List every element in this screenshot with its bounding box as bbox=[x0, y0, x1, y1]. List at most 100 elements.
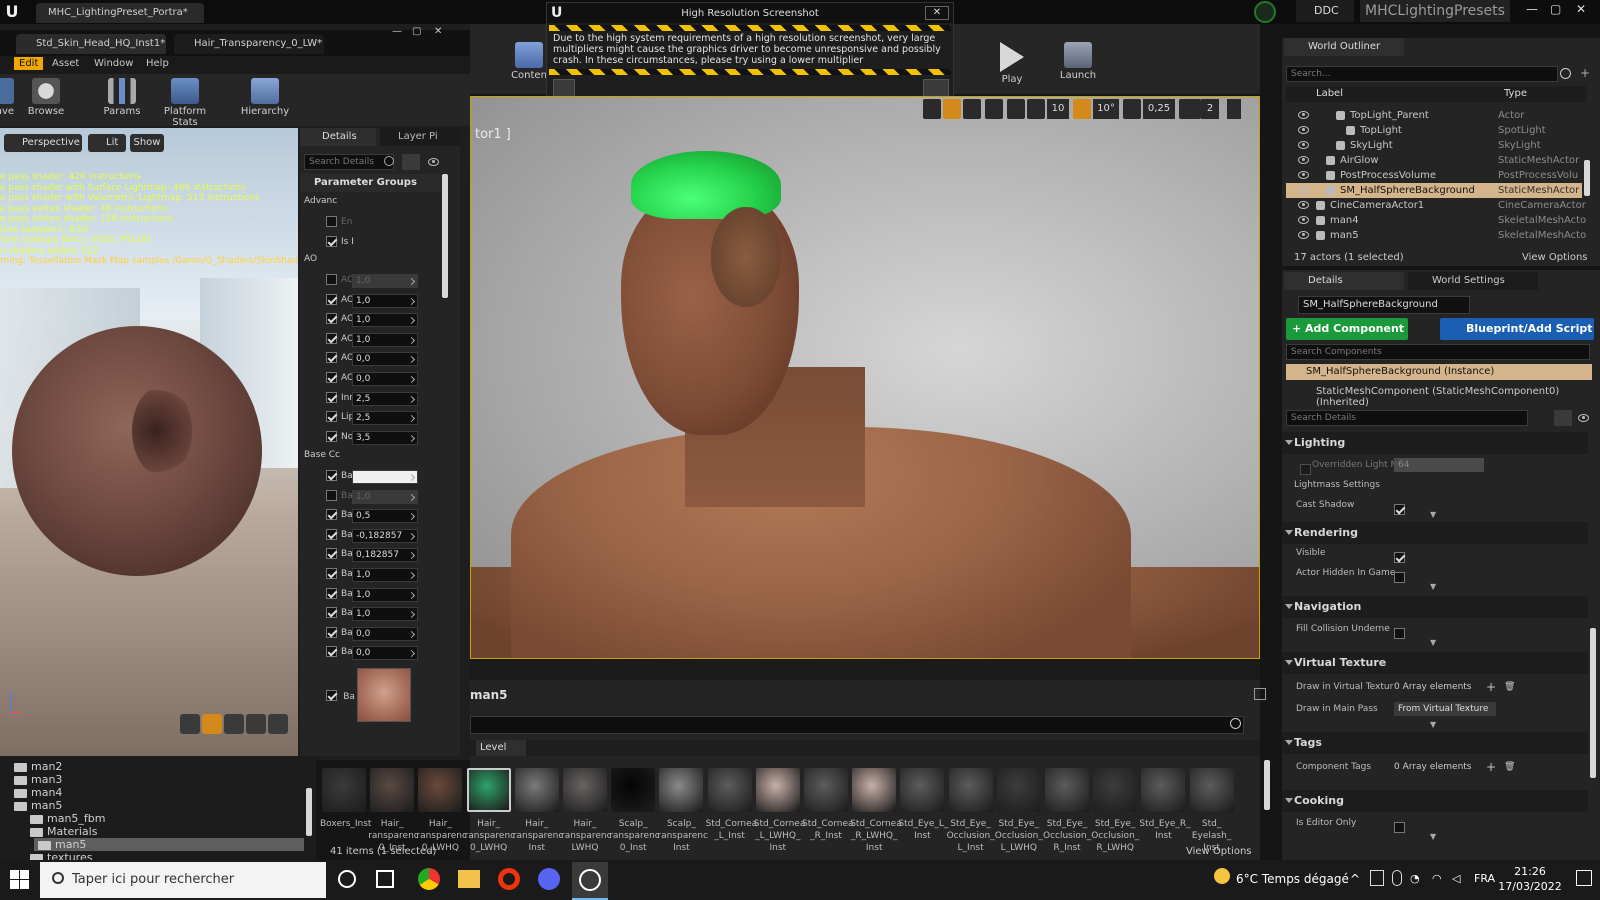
lock-icon[interactable] bbox=[1254, 688, 1266, 700]
asset-thumbnail[interactable] bbox=[466, 768, 511, 812]
chrome-icon[interactable] bbox=[418, 868, 440, 890]
base-param-checkbox[interactable] bbox=[326, 470, 337, 481]
maximize-icon[interactable]: ▢ bbox=[1550, 2, 1561, 16]
asset-thumbnail[interactable] bbox=[322, 768, 366, 812]
outliner-row[interactable]: PostProcessVolume PostProcessVolu bbox=[1286, 168, 1582, 183]
ao-param-checkbox[interactable] bbox=[326, 430, 337, 442]
blueprint-add-script-button[interactable]: Blueprint/Add Script bbox=[1440, 318, 1594, 340]
menu-edit[interactable]: Edit bbox=[14, 57, 44, 70]
maximize-viewport-icon[interactable] bbox=[1227, 99, 1241, 119]
content-search-input[interactable] bbox=[470, 716, 1244, 734]
details-scrollbar[interactable] bbox=[1590, 628, 1596, 778]
group-advanced[interactable]: Advanc bbox=[304, 196, 337, 206]
material-details-scrollbar[interactable] bbox=[442, 174, 448, 298]
adv-param-checkbox[interactable] bbox=[326, 216, 337, 227]
outliner-row[interactable]: SM_HalfSphereBackground StaticMeshActor bbox=[1286, 183, 1582, 198]
base-param-value[interactable]: 1,0 bbox=[352, 587, 418, 602]
editor-only-checkbox[interactable] bbox=[1394, 822, 1405, 833]
folder-man5-selected[interactable]: man5 bbox=[34, 838, 304, 851]
scale-snap-icon[interactable] bbox=[1123, 99, 1141, 119]
ao-param-value[interactable]: 2,5 bbox=[352, 411, 418, 426]
details-tab-right[interactable]: Details bbox=[1284, 272, 1404, 290]
platform-stats-button[interactable]: Platform Stats bbox=[150, 78, 220, 128]
base-param-value[interactable]: 1,0 bbox=[352, 568, 418, 582]
minimize-icon[interactable]: — bbox=[1526, 2, 1538, 16]
asset-thumbnail[interactable] bbox=[1093, 768, 1138, 812]
visibility-eye-icon[interactable] bbox=[1298, 126, 1309, 134]
menu-help[interactable]: Help bbox=[146, 58, 169, 69]
plane-icon[interactable] bbox=[224, 714, 244, 734]
folder-man5[interactable]: man5 bbox=[14, 799, 62, 812]
base-param-checkbox[interactable] bbox=[326, 528, 337, 540]
microphone-icon[interactable] bbox=[1392, 870, 1402, 886]
ao-param-checkbox[interactable] bbox=[326, 352, 337, 364]
ao-param-value[interactable]: 1,0 bbox=[352, 274, 418, 288]
base-param-checkbox[interactable] bbox=[326, 568, 337, 579]
expand-arrow-icon[interactable]: ▼ bbox=[1430, 510, 1436, 519]
base-param-checkbox[interactable] bbox=[326, 489, 337, 501]
expand-arrow-icon[interactable]: ▼ bbox=[1430, 832, 1436, 841]
details-view-icon[interactable] bbox=[1554, 410, 1572, 426]
folder-man2[interactable]: man2 bbox=[14, 760, 62, 773]
network-icon[interactable]: ◔ bbox=[1410, 872, 1420, 885]
translate-icon[interactable] bbox=[923, 99, 941, 119]
static-mesh-component-row[interactable]: StaticMeshComponent (StaticMeshComponent… bbox=[1316, 386, 1600, 408]
content-view-options[interactable]: View Options bbox=[1186, 846, 1252, 857]
base-param-value[interactable]: 1,0 bbox=[352, 489, 418, 504]
fill-collision-checkbox[interactable] bbox=[1394, 628, 1405, 639]
component-instance-row[interactable]: SM_HalfSphereBackground (Instance) bbox=[1286, 364, 1592, 380]
base-param-checkbox[interactable] bbox=[326, 587, 337, 599]
notification-icon[interactable] bbox=[1576, 870, 1592, 886]
search-components-input[interactable]: Search Components bbox=[1286, 344, 1590, 360]
folder-man3[interactable]: man3 bbox=[14, 773, 62, 786]
folder-man5-fbm[interactable]: man5_fbm bbox=[30, 812, 106, 825]
world-outliner-tab[interactable]: World Outliner bbox=[1284, 38, 1404, 56]
ao-param-checkbox[interactable] bbox=[326, 332, 337, 344]
ao-param-value[interactable]: 0,0 bbox=[352, 352, 418, 367]
base-param-value[interactable]: 0,182857 bbox=[352, 548, 418, 563]
group-base-color[interactable]: Base Cc bbox=[304, 450, 340, 460]
layer-parameters-tab[interactable]: Layer Pi bbox=[380, 128, 460, 146]
section-tags[interactable]: Tags bbox=[1282, 732, 1588, 754]
column-label[interactable]: Label bbox=[1316, 88, 1343, 99]
level-tab[interactable]: MHC_LightingPreset_Portra* bbox=[36, 3, 204, 23]
lit-button[interactable]: Lit bbox=[88, 134, 126, 152]
grid-size[interactable]: 10 bbox=[1047, 99, 1069, 119]
visibility-eye-icon[interactable] bbox=[1298, 171, 1309, 179]
visibility-eye-icon[interactable] bbox=[1298, 231, 1309, 239]
outliner-row[interactable]: AirGlow StaticMeshActor bbox=[1286, 153, 1582, 168]
editor-tab-hair[interactable]: Hair_Transparency_0_LW* bbox=[174, 34, 324, 54]
rotate-icon[interactable] bbox=[943, 99, 961, 119]
outliner-scrollbar[interactable] bbox=[1584, 160, 1590, 196]
base-param-checkbox[interactable] bbox=[326, 646, 337, 658]
outliner-row[interactable]: TopLight SpotLight bbox=[1286, 123, 1582, 138]
windows-start-icon[interactable] bbox=[10, 870, 30, 890]
asset-thumbnail[interactable] bbox=[996, 768, 1041, 812]
outliner-search-input[interactable]: Search... bbox=[1286, 66, 1558, 82]
base-param-value[interactable]: 0,5 bbox=[352, 509, 418, 524]
group-ao[interactable]: AO bbox=[304, 254, 317, 264]
folder-man4[interactable]: man4 bbox=[14, 786, 62, 799]
ao-param-value[interactable]: 1,0 bbox=[352, 313, 418, 328]
material-search-details[interactable]: Search Details bbox=[304, 154, 394, 170]
grid-snap-icon[interactable] bbox=[1027, 99, 1045, 119]
section-lighting[interactable]: Lighting bbox=[1282, 432, 1588, 454]
draw-main-pass-select[interactable]: From Virtual Texture bbox=[1394, 702, 1496, 716]
cube-icon[interactable] bbox=[246, 714, 266, 734]
world-local-icon[interactable] bbox=[985, 99, 1003, 119]
outliner-row[interactable]: TopLight_Parent Actor bbox=[1286, 108, 1582, 123]
rotation-snap-icon[interactable] bbox=[1073, 99, 1091, 119]
visibility-eye-icon[interactable] bbox=[1298, 201, 1309, 209]
camera-speed-icon[interactable] bbox=[1179, 99, 1201, 119]
cortana-icon[interactable] bbox=[338, 870, 356, 888]
asset-thumbnail[interactable] bbox=[563, 768, 607, 812]
base-param-value[interactable] bbox=[352, 470, 418, 484]
scale-icon[interactable] bbox=[963, 99, 981, 119]
clock[interactable]: 21:26 17/03/2022 bbox=[1494, 864, 1566, 894]
texture-thumbnail[interactable] bbox=[357, 668, 411, 722]
editor-minimize-icon[interactable]: — bbox=[392, 26, 402, 37]
asset-thumbnail[interactable] bbox=[804, 768, 848, 812]
discord-icon[interactable] bbox=[538, 868, 560, 890]
dialog-close-icon[interactable]: ✕ bbox=[925, 6, 949, 20]
actor-name-input[interactable]: SM_HalfSphereBackground bbox=[1298, 296, 1470, 314]
